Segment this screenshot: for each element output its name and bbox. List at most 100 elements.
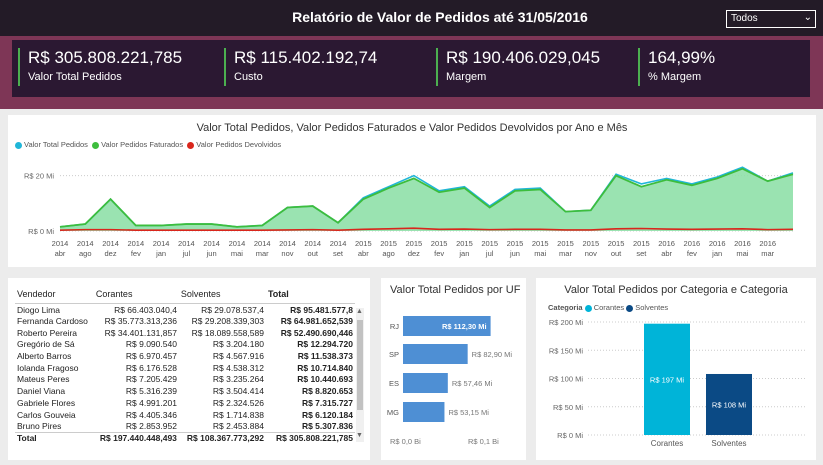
uf-x-tick-label: R$ 0,0 Bi <box>390 437 421 446</box>
y-tick-label: R$ 100 Mi <box>549 375 584 384</box>
table-row[interactable]: Carlos Gouveia R$ 4.405.346 R$ 1.714.838 R$… <box>15 409 355 421</box>
table-cell: R$ 35.773.313,236 <box>104 316 177 327</box>
table-row[interactable]: Bruno Pires R$ 2.853.952 R$ 2.453.884 R$ 5.… <box>15 420 355 432</box>
x-tick-month: jan <box>711 249 722 258</box>
x-tick-month: abr <box>358 249 369 258</box>
column-header-vendedor[interactable]: Vendedor <box>15 287 94 304</box>
kpi-margem: R$ 190.406.029,045 Margem <box>436 48 600 86</box>
column-header-total[interactable]: Total <box>265 287 355 304</box>
x-tick-year: 2014 <box>203 239 220 248</box>
table-cell: R$ 10.714.840 <box>297 362 353 373</box>
table-row[interactable]: Diogo Lima R$ 66.403.040,4 R$ 29.078.537,4… <box>15 304 355 316</box>
uf-x-tick-label: R$ 0,1 Bi <box>468 437 499 446</box>
table-cell: R$ 4.567.916 <box>212 351 264 362</box>
table-total-cell: R$ 197.440.448,493 <box>93 431 179 444</box>
x-tick-year: 2015 <box>532 239 549 248</box>
table-cell: R$ 2.453.884 <box>212 420 264 431</box>
column-header-solventes[interactable]: Solventes <box>178 287 266 304</box>
x-tick-year: 2014 <box>279 239 296 248</box>
table-row[interactable]: Iolanda Fragoso R$ 6.176.528 R$ 4.538.312 R… <box>15 362 355 374</box>
x-tick-month: abr <box>55 249 66 258</box>
kpi-valor-total: R$ 305.808.221,785 Valor Total Pedidos <box>18 48 182 86</box>
table-row[interactable]: Gregório de Sá R$ 9.090.540 R$ 3.204.180 R$… <box>15 339 355 351</box>
categoria-bar-value-label: R$ 197 Mi <box>650 375 685 384</box>
kpi-value: 164,99% <box>648 48 716 67</box>
table-cell: R$ 2.324.526 <box>212 397 264 408</box>
x-tick-month: out <box>611 249 622 258</box>
column-header-corantes[interactable]: Corantes <box>93 287 179 304</box>
table-row[interactable]: Gabriele Flores R$ 4.991.201 R$ 2.324.526 R… <box>15 397 355 409</box>
table-cell: R$ 9.090.540 <box>125 339 177 350</box>
table-cell: Daniel Viana <box>17 386 66 397</box>
uf-category-label: MG <box>387 408 399 417</box>
x-tick-month: mai <box>534 249 546 258</box>
vendedor-table: Vendedor Corantes Solventes Total Diogo … <box>15 287 355 444</box>
x-tick-year: 2015 <box>582 239 599 248</box>
table-scrollbar[interactable]: ▲ ▼ <box>356 308 364 442</box>
area-chart: R$ 20 MiR$ 0 Mi2014abr2014ago2014dez2014… <box>24 166 794 258</box>
scrollbar-thumb[interactable] <box>357 320 363 410</box>
x-tick-year: 2015 <box>608 239 625 248</box>
kpi-label: Custo <box>234 71 263 83</box>
categoria-chart-card: Valor Total Pedidos por Categoria e Cate… <box>536 278 816 460</box>
table-cell: R$ 6.176.528 <box>125 362 177 373</box>
scroll-down-icon[interactable]: ▼ <box>356 432 363 439</box>
kpi-percent-margem: 164,99% % Margem <box>638 48 715 86</box>
uf-chart: RJ R$ 112,30 Mi SP R$ 82,90 Mi ES R$ 57,46 Mi… <box>387 316 512 446</box>
table-cell: Diogo Lima <box>17 304 60 315</box>
table-row[interactable]: Alberto Barros R$ 6.970.457 R$ 4.567.916 R$… <box>15 350 355 362</box>
table-cell: R$ 52.490.690,446 <box>280 327 353 338</box>
x-tick-year: 2016 <box>709 239 726 248</box>
table-cell: R$ 6.970.457 <box>125 351 177 362</box>
table-cell: R$ 7.205.429 <box>125 374 177 385</box>
table-cell: R$ 29.208.339,303 <box>191 316 264 327</box>
x-tick-year: 2016 <box>658 239 675 248</box>
table-cell: R$ 29.078.537,4 <box>201 304 264 315</box>
chevron-down-icon: ⌄ <box>803 12 812 23</box>
x-tick-year: 2015 <box>633 239 650 248</box>
header-bar: Relatório de Valor de Pedidos até 31/05/… <box>0 0 823 36</box>
filter-dropdown[interactable]: Todos ⌄ <box>726 10 816 28</box>
table-total-cell: Total <box>15 431 94 444</box>
x-tick-year: 2014 <box>254 239 271 248</box>
kpi-value: R$ 115.402.192,74 <box>234 48 378 67</box>
table-row[interactable]: Daniel Viana R$ 5.316.239 R$ 3.504.414 R$ 8… <box>15 385 355 397</box>
faturados-area <box>60 168 793 231</box>
uf-category-label: ES <box>389 379 399 388</box>
uf-bar <box>403 402 445 422</box>
x-tick-month: fev <box>687 249 697 258</box>
table-row[interactable]: Fernanda Cardoso R$ 35.773.313,236 R$ 29.2… <box>15 315 355 327</box>
x-tick-month: jul <box>182 249 191 258</box>
kpi-value: R$ 305.808.221,785 <box>28 48 183 67</box>
area-chart-card: Valor Total Pedidos, Valor Pedidos Fatur… <box>8 115 816 267</box>
table-body: Diogo Lima R$ 66.403.040,4 R$ 29.078.537,4… <box>15 304 355 444</box>
table-row[interactable]: Mateus Peres R$ 7.205.429 R$ 3.235.264 R$ 1… <box>15 374 355 386</box>
table-cell: R$ 5.307.836 <box>301 420 353 431</box>
uf-chart-card: Valor Total Pedidos por UF RJ R$ 112,30 M… <box>381 278 526 460</box>
table-cell: R$ 3.235.264 <box>212 374 264 385</box>
y-tick-label: R$ 0 Mi <box>557 431 583 440</box>
x-tick-month: jun <box>206 249 217 258</box>
y-tick-label: R$ 0 Mi <box>28 227 54 236</box>
x-tick-month: jul <box>485 249 494 258</box>
x-tick-month: abr <box>661 249 672 258</box>
x-tick-year: 2014 <box>330 239 347 248</box>
table-cell: Bruno Pires <box>17 420 62 431</box>
uf-bar-value-label: R$ 53,15 Mi <box>448 408 489 417</box>
uf-bar-value-label: R$ 112,30 Mi <box>442 322 487 331</box>
x-tick-year: 2015 <box>557 239 574 248</box>
table-cell: R$ 64.981.652,539 <box>280 316 353 327</box>
table-cell: R$ 1.714.838 <box>212 409 264 420</box>
x-tick-month: dez <box>105 249 117 258</box>
categoria-x-label: Solventes <box>711 439 746 448</box>
categoria-chart: R$ 200 Mi R$ 150 Mi R$ 100 Mi R$ 50 Mi R$ 0 … <box>549 318 806 448</box>
x-tick-year: 2014 <box>102 239 119 248</box>
scroll-up-icon[interactable]: ▲ <box>356 308 363 315</box>
table-row[interactable]: Roberto Pereira R$ 34.401.131,857 R$ 18.08… <box>15 327 355 339</box>
y-tick-label: R$ 200 Mi <box>549 318 584 327</box>
x-tick-year: 2016 <box>734 239 751 248</box>
table-total-row: Total R$ 197.440.448,493 R$ 108.367.773,29… <box>15 431 355 444</box>
x-tick-year: 2015 <box>507 239 524 248</box>
table-cell: Gregório de Sá <box>17 339 75 350</box>
x-tick-year: 2014 <box>304 239 321 248</box>
